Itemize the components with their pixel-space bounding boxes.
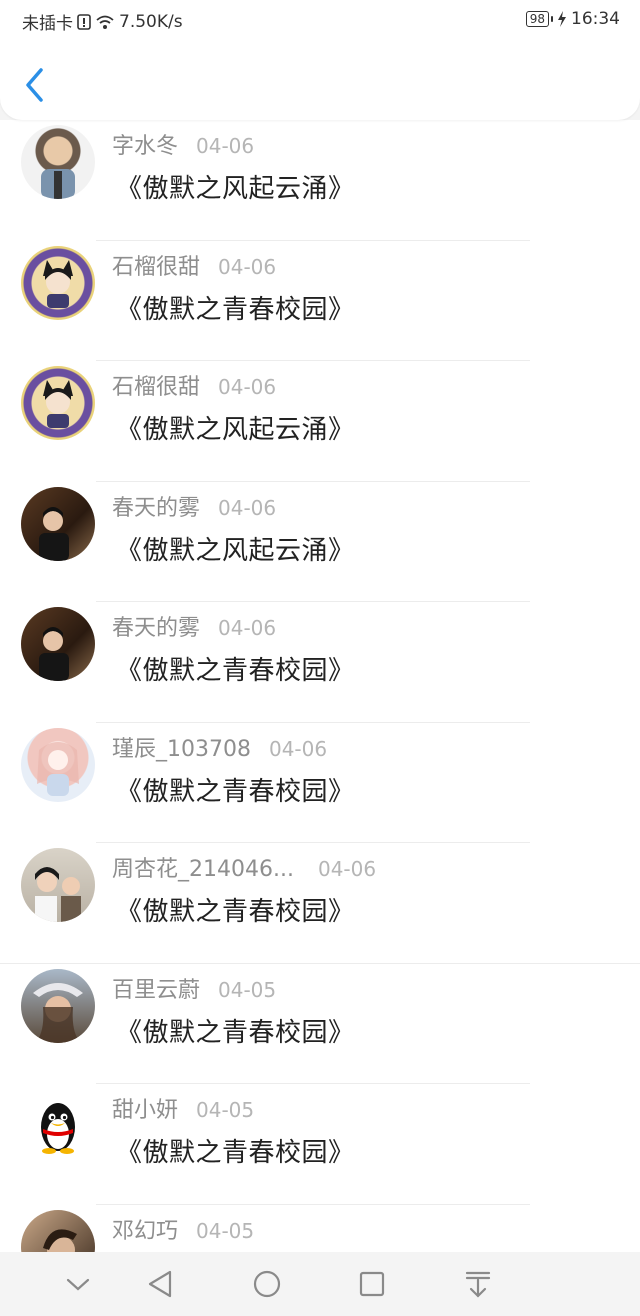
book-title: 《傲默之青春校园》 (116, 656, 355, 686)
home-circle-icon (253, 1270, 281, 1298)
recent-square-icon (359, 1271, 385, 1297)
message-date: 04-06 (218, 375, 277, 399)
sender-name: 春天的雾 (112, 495, 201, 521)
avatar (21, 968, 95, 1043)
notification-pull-button[interactable] (460, 1266, 496, 1302)
list-item[interactable]: 石榴很甜 04-06 《傲默之青春校园》 (0, 241, 640, 361)
carrier-label: 未插卡 (22, 14, 73, 34)
avatar (21, 125, 95, 199)
sender-name: 周杏花_214046... (112, 857, 294, 882)
app-header: 未插卡 7.50K/s 98 16:34 (0, 0, 640, 120)
book-title: 《傲默之风起云涌》 (116, 415, 355, 445)
back-button[interactable] (22, 66, 50, 104)
nav-recent-button[interactable] (354, 1266, 390, 1302)
network-speed: 7.50K/s (119, 11, 183, 32)
list-item[interactable]: 邓幻巧 04-05 (0, 1205, 640, 1252)
avatar (21, 848, 95, 922)
pull-down-icon (465, 1271, 491, 1298)
clock: 16:34 (571, 9, 620, 29)
sender-name: 春天的雾 (112, 616, 201, 641)
collapse-button[interactable] (60, 1266, 96, 1302)
book-title: 《傲默之风起云涌》 (116, 535, 355, 566)
sender-name: 字水冬 (112, 134, 179, 159)
system-nav-bar (0, 1252, 640, 1316)
chevron-left-icon (26, 68, 43, 102)
list-item[interactable]: 甜小妍 04-05 《傲默之青春校园》 (0, 1084, 640, 1205)
list-item[interactable]: 春天的雾 04-06 《傲默之青春校园》 (0, 602, 640, 723)
sender-name: 甜小妍 (112, 1098, 179, 1123)
message-date: 04-06 (218, 254, 277, 279)
message-date: 04-06 (218, 616, 277, 640)
message-date: 04-06 (218, 495, 277, 520)
nav-back-button[interactable] (142, 1266, 178, 1302)
wifi-icon (96, 15, 114, 29)
sender-name: 邓幻巧 (112, 1218, 179, 1244)
book-title: 《傲默之青春校园》 (116, 1138, 355, 1168)
chevron-down-icon (66, 1278, 90, 1291)
sim-alert-icon (77, 13, 91, 30)
sender-name: 石榴很甜 (112, 254, 201, 280)
list-item[interactable]: 字水冬 04-06 《傲默之风起云涌》 (0, 120, 640, 241)
status-bar: 未插卡 7.50K/s 98 16:34 (0, 0, 640, 40)
book-title: 《傲默之青春校园》 (116, 294, 355, 325)
list-item[interactable]: 瑾辰_103708 04-06 《傲默之青春校园》 (0, 723, 640, 843)
penguin-icon (41, 1103, 75, 1154)
list-item[interactable]: 周杏花_214046... 04-06 《傲默之青春校园》 (0, 843, 640, 964)
message-date: 04-05 (196, 1218, 255, 1243)
message-date: 04-05 (196, 1098, 255, 1122)
list-item[interactable]: 百里云蔚 04-05 《傲默之青春校园》 (0, 964, 640, 1084)
avatar (21, 486, 95, 561)
message-date: 04-06 (196, 134, 255, 158)
book-title: 《傲默之青春校园》 (116, 1017, 355, 1048)
sender-name: 石榴很甜 (112, 375, 201, 400)
list-item[interactable]: 石榴很甜 04-06 《傲默之风起云涌》 (0, 361, 640, 482)
sender-name: 瑾辰_103708 (112, 736, 251, 762)
avatar (21, 607, 95, 681)
nav-home-button[interactable] (249, 1266, 285, 1302)
book-title: 《傲默之青春校园》 (116, 776, 355, 807)
book-title: 《傲默之风起云涌》 (116, 174, 355, 204)
charging-icon (558, 11, 566, 27)
list-item[interactable]: 春天的雾 04-06 《傲默之风起云涌》 (0, 482, 640, 602)
avatar (21, 366, 95, 440)
message-date: 04-05 (218, 977, 277, 1002)
avatar (21, 1089, 95, 1163)
avatar (21, 727, 95, 802)
sender-name: 百里云蔚 (112, 977, 201, 1003)
message-date: 04-06 (268, 736, 328, 761)
message-list[interactable]: 字水冬 04-06 《傲默之风起云涌》 石榴很甜 04-06 《傲默之青春校园》… (0, 120, 640, 1252)
battery-indicator: 98 (525, 11, 554, 27)
message-date: 04-06 (317, 857, 377, 881)
avatar (21, 1209, 95, 1252)
book-title: 《傲默之青春校园》 (116, 897, 355, 927)
back-triangle-icon (148, 1270, 172, 1298)
avatar (21, 245, 95, 320)
